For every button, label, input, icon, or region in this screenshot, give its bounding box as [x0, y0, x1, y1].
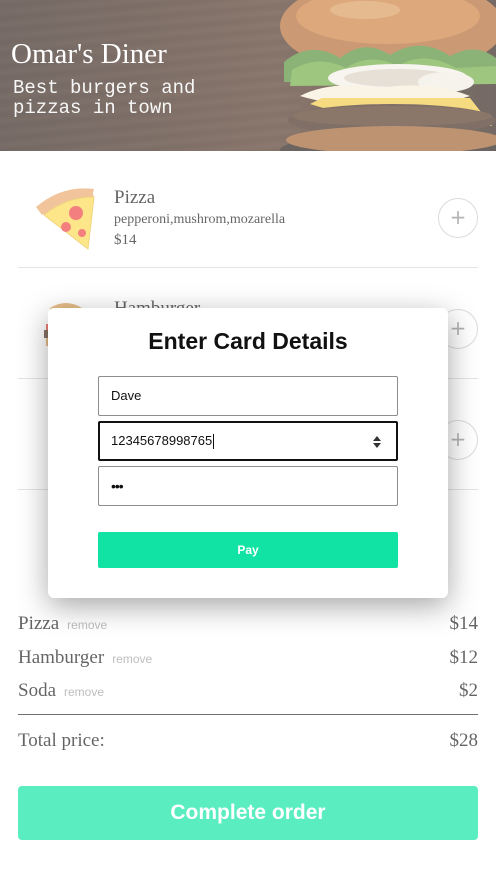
cardholder-name-value: Dave: [111, 388, 142, 403]
text-caret: [213, 434, 215, 450]
modal-title: Enter Card Details: [148, 328, 348, 354]
card-number-value: 12345678998765: [111, 433, 213, 448]
cvv-value: •••: [111, 478, 124, 494]
card-number-input[interactable]: 12345678998765: [98, 421, 398, 461]
cvv-input[interactable]: •••: [98, 466, 398, 506]
cardholder-name-input[interactable]: Dave: [98, 376, 398, 416]
pay-button[interactable]: Pay: [98, 532, 398, 568]
number-spinner-icon[interactable]: [372, 435, 382, 449]
card-details-modal: Enter Card Details Dave 12345678998765 •…: [48, 308, 448, 598]
